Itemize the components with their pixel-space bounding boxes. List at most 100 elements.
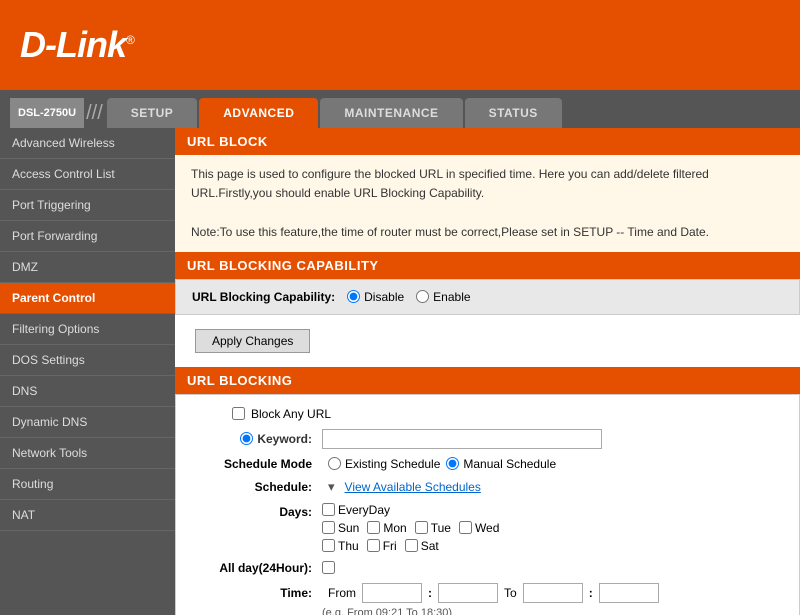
sat-checkbox[interactable] (405, 539, 418, 552)
weekdays-line2: Thu Fri Sat (322, 539, 499, 553)
sidebar-item-dynamic-dns[interactable]: Dynamic DNS (0, 407, 175, 438)
sun-checkbox-label[interactable]: Sun (322, 521, 359, 535)
logo: D-Link® (20, 24, 134, 66)
from-label: From (328, 586, 356, 600)
dropdown-icon: ▾ (328, 479, 335, 495)
sidebar-item-port-forwarding[interactable]: Port Forwarding (0, 221, 175, 252)
time-row: Time: From : To : (192, 583, 783, 603)
header: D-Link® (0, 0, 800, 90)
model-label: DSL-2750U (18, 107, 76, 119)
fri-checkbox-label[interactable]: Fri (367, 539, 397, 553)
allday-row: All day(24Hour): (192, 561, 783, 575)
keyword-radio[interactable] (240, 432, 253, 445)
model-badge: DSL-2750U (10, 98, 84, 128)
mon-checkbox-label[interactable]: Mon (367, 521, 406, 535)
disable-radio-label[interactable]: Disable (347, 290, 404, 304)
tue-checkbox[interactable] (415, 521, 428, 534)
info-line2: URL.Firstly,you should enable URL Blocki… (191, 184, 784, 203)
logo-d: D (20, 24, 45, 65)
sidebar-item-access-control-list[interactable]: Access Control List (0, 159, 175, 190)
sidebar-item-advanced-wireless[interactable]: Advanced Wireless (0, 128, 175, 159)
fri-checkbox[interactable] (367, 539, 380, 552)
sat-label: Sat (421, 539, 439, 553)
block-any-url-checkbox[interactable] (232, 407, 245, 420)
view-schedules-link[interactable]: View Available Schedules (345, 480, 481, 494)
tue-checkbox-label[interactable]: Tue (415, 521, 451, 535)
allday-label: All day(24Hour): (192, 561, 322, 575)
time-from-minutes[interactable] (438, 583, 498, 603)
allday-checkbox[interactable] (322, 561, 335, 574)
sat-checkbox-label[interactable]: Sat (405, 539, 439, 553)
block-any-url-label: Block Any URL (251, 407, 331, 421)
weekdays-line1: Sun Mon Tue Wed (322, 521, 499, 535)
manual-schedule-text: Manual Schedule (463, 457, 556, 471)
wed-checkbox-label[interactable]: Wed (459, 521, 499, 535)
url-blocking-form: Block Any URL Keyword: Schedule Mode Exi… (175, 394, 800, 615)
existing-schedule-radio[interactable] (328, 457, 341, 470)
time-label: Time: (192, 586, 322, 600)
sidebar-item-dmz[interactable]: DMZ (0, 252, 175, 283)
existing-schedule-label[interactable]: Existing Schedule (328, 457, 440, 471)
keyword-label: Keyword: (257, 432, 312, 446)
manual-schedule-radio[interactable] (446, 457, 459, 470)
capability-section: URL Blocking Capability: Disable Enable (175, 279, 800, 315)
mon-checkbox[interactable] (367, 521, 380, 534)
sun-label: Sun (338, 521, 359, 535)
sidebar-item-dos-settings[interactable]: DOS Settings (0, 345, 175, 376)
enable-radio[interactable] (416, 290, 429, 303)
schedule-field-label: Schedule: (192, 480, 322, 494)
sidebar-item-dns[interactable]: DNS (0, 376, 175, 407)
wed-checkbox[interactable] (459, 521, 472, 534)
wed-label: Wed (475, 521, 499, 535)
block-any-url-row: Block Any URL (232, 407, 783, 421)
time-from-hours[interactable] (362, 583, 422, 603)
everyday-checkbox-label[interactable]: EveryDay (322, 503, 390, 517)
keyword-input[interactable] (322, 429, 602, 449)
schedule-mode-label: Schedule Mode (192, 457, 322, 471)
logo-trademark: ® (126, 33, 134, 47)
mon-label: Mon (383, 521, 406, 535)
tab-setup[interactable]: SETUP (107, 98, 198, 128)
url-blocking-capability-header: URL BLOCKING CAPABILITY (175, 252, 800, 279)
sidebar-item-filtering-options[interactable]: Filtering Options (0, 314, 175, 345)
logo-dash: - (45, 24, 56, 65)
fri-label: Fri (383, 539, 397, 553)
everyday-label: EveryDay (338, 503, 390, 517)
disable-radio[interactable] (347, 290, 360, 303)
info-line1: This page is used to configure the block… (191, 165, 784, 184)
sidebar-item-parent-control[interactable]: Parent Control (0, 283, 175, 314)
days-row: Days: EveryDay Sun (192, 503, 783, 553)
enable-label: Enable (433, 290, 470, 304)
time-hint: (e.g. From 09:21 To 18:30) (322, 607, 783, 615)
info-line3: Note:To use this feature,the time of rou… (191, 223, 784, 242)
tab-maintenance[interactable]: MAINTENANCE (320, 98, 462, 128)
thu-label: Thu (338, 539, 359, 553)
thu-checkbox-label[interactable]: Thu (322, 539, 359, 553)
everyday-checkbox[interactable] (322, 503, 335, 516)
sidebar-item-network-tools[interactable]: Network Tools (0, 438, 175, 469)
sidebar-item-nat[interactable]: NAT (0, 500, 175, 531)
info-box: This page is used to configure the block… (175, 155, 800, 252)
time-to-hours[interactable] (523, 583, 583, 603)
thu-checkbox[interactable] (322, 539, 335, 552)
sun-checkbox[interactable] (322, 521, 335, 534)
apply-changes-button[interactable]: Apply Changes (195, 329, 310, 353)
enable-radio-label[interactable]: Enable (416, 290, 470, 304)
manual-schedule-label[interactable]: Manual Schedule (446, 457, 556, 471)
tab-advanced[interactable]: ADVANCED (199, 98, 318, 128)
keyword-row: Keyword: (192, 429, 783, 449)
schedule-mode-row: Schedule Mode Existing Schedule Manual S… (192, 457, 783, 471)
colon1: : (428, 586, 432, 600)
to-label: To (504, 586, 517, 600)
url-block-header: URL BLOCK (175, 128, 800, 155)
nav-bar: DSL-2750U /// SETUP ADVANCED MAINTENANCE… (0, 90, 800, 128)
logo-link: Link (56, 24, 126, 65)
sidebar: Advanced Wireless Access Control List Po… (0, 128, 175, 615)
content-area: URL BLOCK This page is used to configure… (175, 128, 800, 615)
time-to-minutes[interactable] (599, 583, 659, 603)
capability-row: URL Blocking Capability: Disable Enable (176, 280, 799, 314)
sidebar-item-routing[interactable]: Routing (0, 469, 175, 500)
tue-label: Tue (431, 521, 451, 535)
tab-status[interactable]: STATUS (465, 98, 562, 128)
sidebar-item-port-triggering[interactable]: Port Triggering (0, 190, 175, 221)
